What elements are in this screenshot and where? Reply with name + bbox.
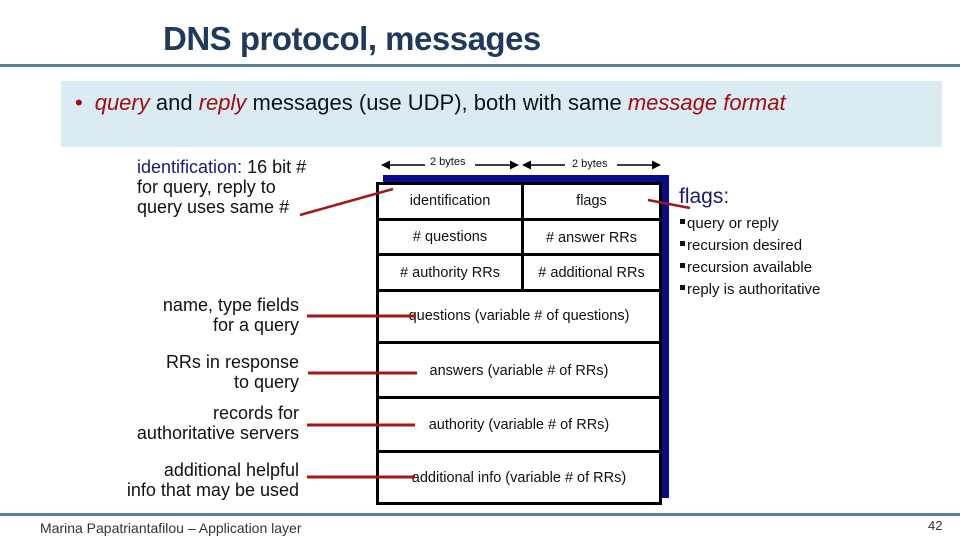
square-bullet-icon xyxy=(680,284,685,290)
square-bullet-icon xyxy=(680,240,685,246)
flags-item-text: recursion available xyxy=(687,259,813,276)
flags-item: query or reply xyxy=(680,213,820,235)
flags-item: recursion desired xyxy=(680,235,820,257)
flags-title: flags: xyxy=(679,185,730,208)
identification-pointer xyxy=(299,187,394,217)
flags-item-text: query or reply xyxy=(687,215,779,232)
flags-item-text: reply is authoritative xyxy=(687,281,821,298)
page-number: 42 xyxy=(928,518,943,533)
flags-item: reply is authoritative xyxy=(680,279,820,301)
flags-list: query or reply recursion desired recursi… xyxy=(680,213,820,301)
square-bullet-icon xyxy=(680,218,685,224)
square-bullet-icon xyxy=(680,262,685,268)
footer-divider xyxy=(0,513,960,516)
flags-item: recursion available xyxy=(680,257,820,279)
flags-item-text: recursion desired xyxy=(687,237,803,254)
footer-author: Marina Papatriantafilou – Application la… xyxy=(40,520,302,536)
